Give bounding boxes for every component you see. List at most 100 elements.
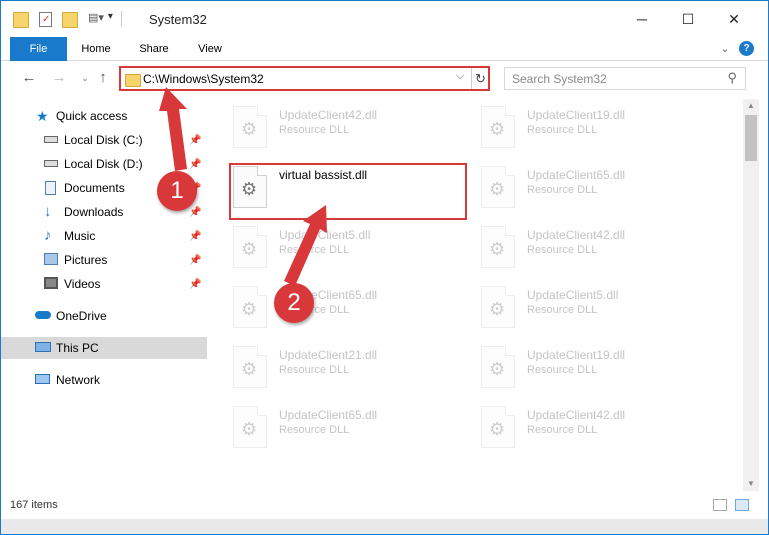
file-item[interactable]: ⚙ UpdateClient65.dll Resource DLL <box>231 404 471 460</box>
properties-icon[interactable]: ✓ <box>39 11 52 27</box>
explorer-window: ✓ ▤▾ ▾ System32 ─ ☐ ✕ File Home Share Vi… <box>0 0 769 535</box>
status-bar: 167 items <box>1 494 768 516</box>
drive-icon <box>44 136 58 143</box>
new-folder-icon[interactable] <box>62 12 78 28</box>
file-type: Resource DLL <box>527 124 598 136</box>
file-item[interactable]: ⚙ UpdateClient19.dll Resource DLL <box>479 104 719 160</box>
file-name: UpdateClient19.dll <box>527 108 626 122</box>
file-item[interactable]: ⚙ UpdateClient21.dll Resource DLL <box>231 344 471 400</box>
minimize-button[interactable]: ─ <box>619 1 665 37</box>
folder-icon[interactable] <box>13 12 29 28</box>
large-icons-view-icon[interactable] <box>735 499 749 511</box>
search-icon[interactable]: ⚲ <box>727 70 737 86</box>
pin-icon[interactable]: 📌 <box>189 279 201 290</box>
file-name: UpdateClient42.dll <box>527 408 626 422</box>
dll-file-icon: ⚙ <box>481 106 515 148</box>
dll-file-icon: ⚙ <box>233 406 267 448</box>
scroll-down-icon[interactable]: ▼ <box>743 477 759 491</box>
back-arrow-icon[interactable]: ← <box>19 68 39 88</box>
customize-toolbar-icon[interactable]: ▾ <box>108 11 113 27</box>
nav-label: Local Disk (D:) <box>64 157 143 171</box>
file-item[interactable]: ⚙ UpdateClient42.dll Resource DLL <box>479 404 719 460</box>
dll-file-icon: ⚙ <box>233 106 267 148</box>
gear-icon: ⚙ <box>489 419 506 439</box>
file-name: UpdateClient65.dll <box>279 408 378 422</box>
search-placeholder: Search System32 <box>512 72 607 86</box>
refresh-icon[interactable]: ↻ <box>471 68 489 89</box>
pin-icon[interactable]: 📌 <box>189 135 201 146</box>
address-path[interactable]: C:\Windows\System32 <box>143 72 264 86</box>
nav-item-videos[interactable]: Videos 📌 <box>1 273 207 295</box>
file-item[interactable]: ⚙ UpdateClient42.dll Resource DLL <box>479 224 719 280</box>
star-icon: ★ <box>36 108 49 124</box>
nav-label: OneDrive <box>56 309 107 323</box>
nav-item-pictures[interactable]: Pictures 📌 <box>1 249 207 271</box>
tab-home[interactable]: Home <box>73 37 119 61</box>
up-arrow-icon[interactable]: ↑ <box>93 68 113 88</box>
videos-icon <box>44 277 58 289</box>
nav-item-this-pc[interactable]: This PC <box>1 337 207 359</box>
pictures-icon <box>44 253 58 265</box>
this-pc-icon <box>35 342 51 352</box>
tab-file[interactable]: File <box>10 37 67 61</box>
ribbon-tabs: File Home Share View ⌄ ? <box>1 37 768 61</box>
gear-icon: ⚙ <box>489 299 506 319</box>
nav-item-network[interactable]: Network <box>1 369 207 391</box>
file-type: Resource DLL <box>527 424 598 436</box>
file-item[interactable]: ⚙ UpdateClient5.dll Resource DLL <box>231 224 471 280</box>
nav-item-onedrive[interactable]: OneDrive <box>1 305 207 327</box>
callout-badge-2: 2 <box>274 283 314 323</box>
nav-item-music[interactable]: ♪ Music 📌 <box>1 225 207 247</box>
forward-arrow-icon[interactable]: → <box>49 68 69 88</box>
nav-label: Music <box>64 229 96 243</box>
collapse-ribbon-icon[interactable]: ⌄ <box>717 37 733 61</box>
address-bar[interactable]: C:\Windows\System32 ⌵ ↻ <box>119 66 490 91</box>
pin-icon[interactable]: 📌 <box>189 255 201 266</box>
customize-view-icon[interactable]: ▤▾ <box>88 11 104 27</box>
dll-file-icon: ⚙ <box>481 226 515 268</box>
nav-item-quick-access[interactable]: ★ Quick access <box>1 105 207 127</box>
gear-icon: ⚙ <box>241 239 258 259</box>
dll-file-icon: ⚙ <box>481 406 515 448</box>
gear-icon: ⚙ <box>241 359 258 379</box>
pin-icon[interactable]: 📌 <box>189 159 201 170</box>
chevron-down-icon[interactable]: ⌵ <box>456 70 464 83</box>
file-type: Resource DLL <box>279 124 350 136</box>
file-type: Resource DLL <box>527 244 598 256</box>
file-item[interactable]: ⚙ UpdateClient65.dll Resource DLL <box>231 284 471 340</box>
tab-view[interactable]: View <box>187 37 233 61</box>
window-title: System32 <box>149 12 207 27</box>
file-name: UpdateClient19.dll <box>527 348 626 362</box>
details-view-icon[interactable] <box>713 499 727 511</box>
callout-badge-1: 1 <box>157 171 197 211</box>
title-bar: ✓ ▤▾ ▾ System32 ─ ☐ ✕ <box>1 1 768 37</box>
file-item[interactable]: ⚙ UpdateClient65.dll Resource DLL <box>479 164 719 220</box>
nav-item-local-disk-c[interactable]: Local Disk (C:) 📌 <box>1 129 207 151</box>
gear-icon: ⚙ <box>489 239 506 259</box>
file-type: Resource DLL <box>279 424 350 436</box>
dll-file-icon: ⚙ <box>481 286 515 328</box>
pin-icon[interactable]: 📌 <box>189 207 201 218</box>
scroll-up-icon[interactable]: ▲ <box>743 99 759 113</box>
file-item[interactable]: ⚙ UpdateClient19.dll Resource DLL <box>479 344 719 400</box>
vertical-scrollbar[interactable]: ▲ ▼ <box>743 99 759 491</box>
file-item[interactable]: ⚙ UpdateClient5.dll Resource DLL <box>479 284 719 340</box>
help-icon[interactable]: ? <box>739 41 754 56</box>
gear-icon: ⚙ <box>489 179 506 199</box>
file-item[interactable]: ⚙ UpdateClient42.dll Resource DLL <box>231 104 471 160</box>
scrollbar-thumb[interactable] <box>745 115 757 161</box>
recent-locations-icon[interactable]: ⌄ <box>75 68 95 88</box>
close-button[interactable]: ✕ <box>711 1 757 37</box>
navigation-pane: ★ Quick access Local Disk (C:) 📌 Local D… <box>1 99 207 491</box>
tab-share[interactable]: Share <box>131 37 177 61</box>
documents-icon <box>45 181 56 195</box>
maximize-button[interactable]: ☐ <box>665 1 711 37</box>
selected-file-highlight <box>229 163 467 220</box>
search-input[interactable]: Search System32 ⚲ <box>504 67 746 90</box>
drive-icon <box>44 160 58 167</box>
pin-icon[interactable]: 📌 <box>189 231 201 242</box>
gear-icon: ⚙ <box>241 419 258 439</box>
nav-label: Documents <box>64 181 125 195</box>
file-type: Resource DLL <box>527 184 598 196</box>
onedrive-icon <box>35 311 51 319</box>
